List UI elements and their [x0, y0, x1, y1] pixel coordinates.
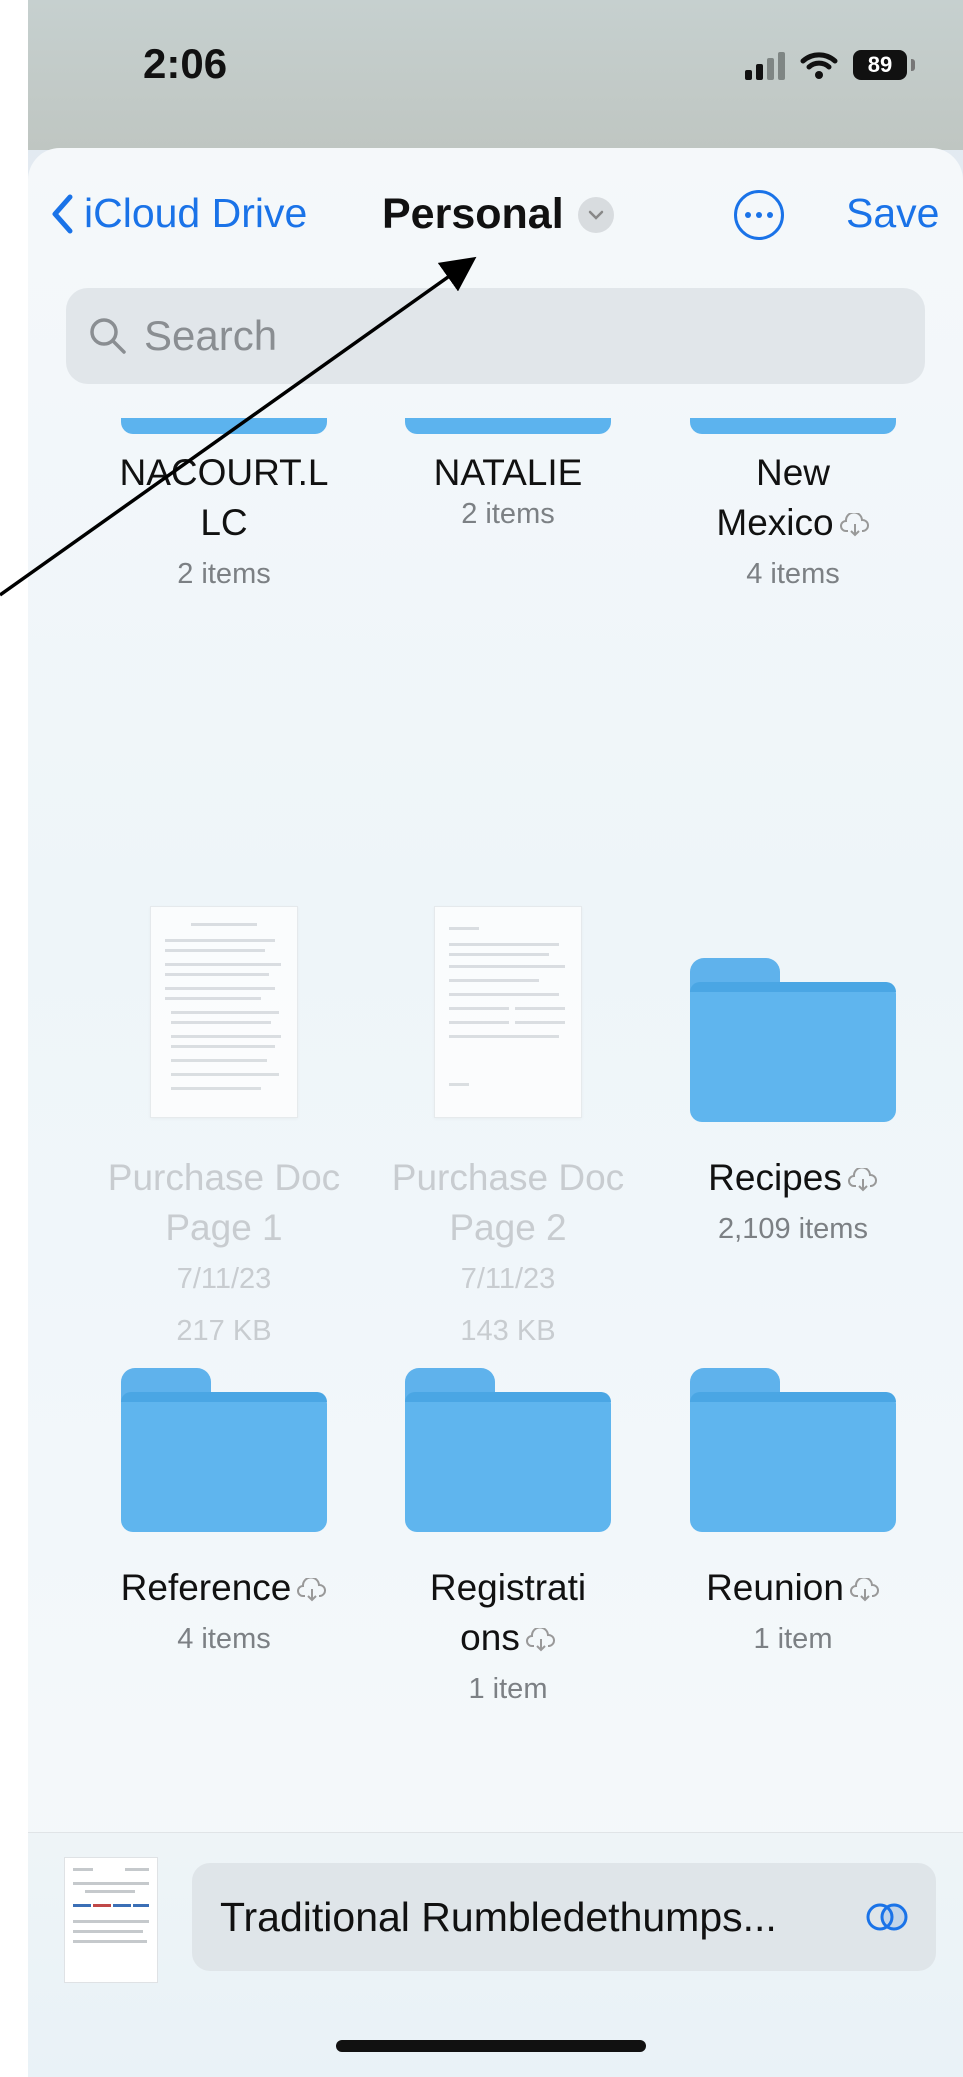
folder-item[interactable]: Reunion 1 item	[653, 1563, 933, 1665]
folder-item[interactable]: NATALIE 2 items	[368, 448, 648, 540]
filename-input[interactable]	[218, 1892, 864, 1942]
item-name-row: Reference	[84, 1563, 364, 1613]
home-indicator	[336, 2040, 646, 2052]
item-name-row: Recipes	[653, 1153, 933, 1203]
folder-icon	[121, 418, 327, 434]
document-thumbnail[interactable]	[434, 906, 582, 1118]
back-button[interactable]: iCloud Drive	[50, 190, 307, 237]
file-grid: NACOURT.L LC 2 items NATALIE 2 items New M…	[28, 418, 963, 1938]
folder-icon	[405, 418, 611, 434]
item-size: 143 KB	[460, 1315, 556, 1347]
cloud-download-icon	[847, 1168, 877, 1192]
item-meta: 2,109 items	[718, 1213, 868, 1245]
chevron-left-icon	[52, 194, 73, 233]
cloud-download-icon	[839, 513, 869, 537]
folder-icon[interactable]	[121, 1368, 327, 1532]
battery-tip	[911, 59, 915, 71]
item-size: 217 KB	[176, 1315, 272, 1347]
item-meta: 1 item	[468, 1673, 548, 1705]
item-date: 7/11/23	[176, 1263, 272, 1295]
item-name: Recipes	[708, 1157, 842, 1198]
filename-field[interactable]	[192, 1863, 936, 1971]
folder-icon[interactable]	[690, 1368, 896, 1532]
document-thumbnail[interactable]	[150, 906, 298, 1118]
item-date: 7/11/23	[460, 1263, 556, 1295]
folder-title-menu[interactable]: Personal	[382, 190, 614, 239]
cloud-download-icon	[849, 1578, 879, 1602]
search-icon	[90, 318, 126, 354]
document-item[interactable]: Purchase Doc Page 1 7/11/23 217 KB	[84, 1153, 364, 1357]
item-name: Reference	[120, 1567, 292, 1608]
search-input[interactable]	[142, 311, 906, 361]
item-meta: 1 item	[753, 1623, 833, 1655]
item-name: Purchase Doc Page 1	[107, 1157, 341, 1248]
folder-icon[interactable]	[405, 1368, 611, 1532]
chevron-down-icon	[577, 196, 614, 233]
item-meta: 2 items	[177, 558, 271, 590]
item-name: Reunion	[706, 1567, 844, 1608]
phone-screen: 2:06 89 iCloud Drive Personal Save Searc…	[28, 0, 963, 2077]
cloud-download-icon	[525, 1628, 555, 1652]
folder-item[interactable]: Registrati ons 1 item	[368, 1563, 648, 1715]
status-time: 2:06	[143, 40, 228, 87]
save-button[interactable]: Save	[846, 190, 939, 237]
item-name: Registrati ons	[429, 1567, 587, 1658]
item-meta: 4 items	[177, 1623, 271, 1655]
battery-icon: 89	[853, 50, 907, 80]
file-picker-sheet: iCloud Drive Personal Save Search NACOUR…	[28, 148, 963, 2077]
folder-item[interactable]: NACOURT.L LC 2 items	[84, 448, 364, 600]
item-meta: 2 items	[461, 498, 555, 530]
item-name: NACOURT.L LC	[119, 452, 329, 543]
cloud-download-icon	[297, 1578, 327, 1602]
wifi-icon	[800, 52, 838, 79]
search-bar[interactable]	[66, 288, 925, 384]
document-item[interactable]: Purchase Doc Page 2 7/11/23 143 KB	[368, 1153, 648, 1357]
folder-item[interactable]: Reference 4 items	[84, 1563, 364, 1665]
page-title: Personal	[382, 190, 564, 238]
item-name: New Mexico	[653, 448, 933, 548]
item-name: Purchase Doc Page 2	[391, 1157, 625, 1248]
folder-icon	[690, 418, 896, 434]
folder-item[interactable]: Recipes 2,109 items	[653, 1153, 933, 1255]
folder-icon[interactable]	[690, 958, 896, 1122]
nav-bar: iCloud Drive Personal Save	[28, 148, 963, 258]
signal-icon	[745, 50, 785, 80]
toggle-icon[interactable]	[864, 1902, 910, 1932]
folder-item[interactable]: New Mexico 4 items	[653, 448, 933, 600]
item-name-row: Reunion	[653, 1563, 933, 1613]
back-label: iCloud Drive	[84, 190, 308, 236]
more-icon[interactable]	[734, 190, 784, 240]
status-bar: 2:06 89	[28, 0, 963, 150]
file-thumbnail	[64, 1857, 158, 1983]
item-meta: 4 items	[746, 558, 840, 590]
status-icons: 89	[745, 50, 915, 80]
